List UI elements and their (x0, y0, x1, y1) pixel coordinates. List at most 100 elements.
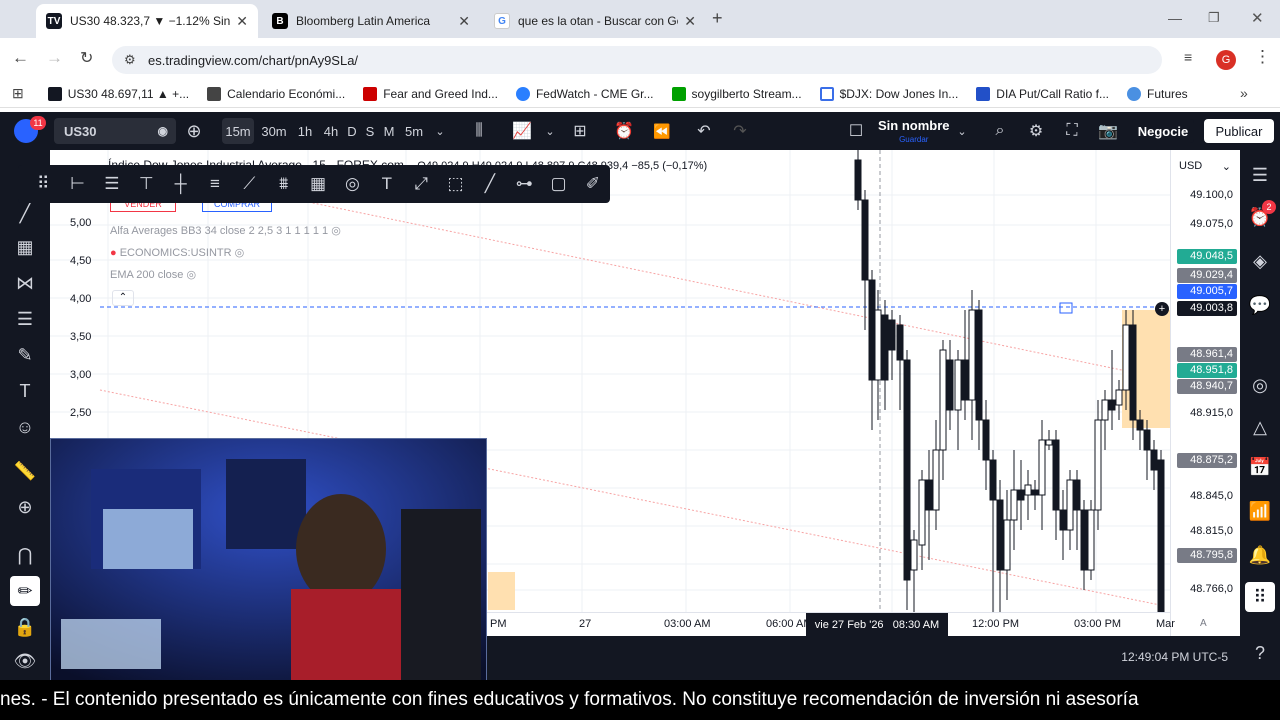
grid-icon[interactable]: ▦ (301, 174, 335, 194)
interval-1h[interactable]: 1h (294, 112, 316, 150)
calendar-icon[interactable]: 📅 (1245, 452, 1275, 482)
emoji-icon[interactable]: ☺ (10, 412, 40, 442)
interval-s[interactable]: S (362, 112, 378, 150)
candle-type-icon[interactable]: ⫼ (466, 112, 492, 150)
add-symbol-icon[interactable]: ⊕ (180, 112, 208, 150)
eye-icon[interactable]: 👁 (10, 646, 40, 676)
undo-icon[interactable]: ↶ (690, 112, 718, 150)
layout-name[interactable]: Sin nombre Guardar (878, 119, 950, 147)
redo-icon[interactable]: ↷ (726, 112, 754, 150)
brush-icon[interactable]: ✎ (10, 340, 40, 370)
layers-icon[interactable]: ◈ (1245, 246, 1275, 276)
shape-tool-icon[interactable]: ⬚ (438, 174, 472, 194)
fib-grid-icon[interactable]: ▦ (10, 232, 40, 262)
collapse-legend-icon[interactable]: ⌃ (112, 290, 134, 306)
eye-off-icon[interactable]: ◎ (186, 269, 196, 281)
close-icon[interactable]: ✕ (236, 13, 248, 30)
arrow-tool-icon[interactable]: ⤢ (404, 174, 438, 194)
path-icon[interactable]: ⟋ (232, 174, 266, 194)
tab-bloomberg[interactable]: B Bloomberg Latin America ✕ (262, 4, 480, 38)
publish-button[interactable]: Publicar (1204, 119, 1274, 143)
site-info-icon[interactable]: ⚙ (124, 52, 136, 68)
maximize-icon[interactable]: ❐ (1208, 10, 1220, 26)
indicator-legend[interactable]: ● ECONOMICS:USINTR ◎ (110, 246, 244, 259)
minimize-icon[interactable]: — (1168, 10, 1182, 26)
close-icon[interactable]: ✕ (684, 13, 696, 30)
back-icon[interactable]: ← (12, 48, 29, 68)
chevron-down-icon[interactable]: ⌄ (432, 112, 448, 150)
pattern-icon[interactable]: ⋈ (10, 268, 40, 298)
quick-search-icon[interactable]: ⌕ (986, 112, 1014, 150)
target-icon[interactable]: ◎ (1245, 370, 1275, 400)
ideas-icon[interactable]: △ (1245, 412, 1275, 442)
cross-line-icon[interactable]: ┼ (163, 174, 197, 194)
tab-tradingview[interactable]: TV US30 48.323,7 ▼ −1.12% Sin nombre ✕ (36, 4, 258, 38)
indicator-legend[interactable]: EMA 200 close ◎ (110, 268, 196, 281)
new-tab-icon[interactable]: + (712, 8, 723, 29)
bookmark-item[interactable]: FedWatch - CME Gr... (515, 86, 654, 101)
bookmark-item[interactable]: Calendario Económi... (207, 86, 345, 101)
horizontal-ray-icon[interactable]: ⊢ (60, 174, 94, 194)
bookmark-item[interactable]: $DJX: Dow Jones In... (819, 86, 958, 101)
profile-avatar[interactable]: G (1216, 50, 1236, 70)
chevron-right-icon[interactable]: » (1240, 85, 1248, 101)
add-alert-icon[interactable]: + (1155, 302, 1169, 316)
eye-off-icon[interactable]: ◎ (235, 247, 245, 259)
chat-icon[interactable]: 💬 (1245, 290, 1275, 320)
lock-icon[interactable]: 🔒 (10, 612, 40, 642)
interval-5m[interactable]: 5m (400, 112, 428, 150)
chevron-down-icon[interactable]: ⌄ (954, 112, 970, 150)
symbol-search[interactable]: US30 ◉ (54, 118, 176, 144)
media-icon[interactable]: ≡ (1184, 49, 1192, 65)
zoom-in-icon[interactable]: ⊕ (10, 492, 40, 522)
stay-drawing-icon[interactable]: ✏ (10, 576, 40, 606)
alert-icon[interactable]: ⏰ (610, 112, 638, 150)
replay-icon[interactable]: ⏪ (648, 112, 676, 150)
menu-icon[interactable]: ⋮ (1254, 47, 1271, 67)
drag-handle-icon[interactable]: ⠿ (26, 174, 60, 194)
fib-retracement-icon[interactable]: ≡ (198, 174, 232, 194)
measure-icon[interactable]: ⊶ (507, 174, 541, 194)
interval-4h[interactable]: 4h (320, 112, 342, 150)
layout-icon[interactable]: ⊞ (566, 112, 594, 150)
rectangle-icon[interactable]: ▢ (541, 174, 575, 194)
signal-icon[interactable]: 📶 (1245, 496, 1275, 526)
notifications-icon[interactable]: 🔔 (1245, 540, 1275, 570)
interval-m[interactable]: M (380, 112, 398, 150)
bookmark-item[interactable]: US30 48.697,11 ▲ +... (47, 86, 189, 101)
help-icon[interactable]: ? (1245, 638, 1275, 668)
watchlist-icon[interactable]: ☰ (1245, 160, 1275, 190)
tab-google[interactable]: G que es la otan - Buscar con Google ✕ (484, 4, 706, 38)
reload-icon[interactable]: ↻ (80, 48, 93, 68)
url-input[interactable]: ⚙ es.tradingview.com/chart/pnAy9SLa/ (112, 46, 1162, 74)
camera-icon[interactable]: 📷 (1094, 112, 1122, 150)
bookmark-item[interactable]: Futures (1127, 86, 1188, 101)
bookmark-item[interactable]: DIA Put/Call Ratio f... (976, 86, 1109, 101)
magnet-icon[interactable]: ⋂ (10, 540, 40, 570)
apps-grid-icon[interactable]: ⠿ (1245, 582, 1275, 612)
parallel-channel-icon[interactable]: ☰ (95, 174, 129, 194)
chevron-down-icon[interactable]: ⌄ (542, 112, 558, 150)
clock-label[interactable]: 12:49:04 PM UTC-5 (1121, 650, 1228, 664)
settings-icon[interactable]: ⚙ (1022, 112, 1050, 150)
forward-icon[interactable]: → (46, 48, 63, 68)
currency-selector[interactable]: USD ⌄ (1179, 160, 1231, 173)
ruler-icon[interactable]: 📏 (10, 456, 40, 486)
text-icon[interactable]: T (10, 376, 40, 406)
circle-icon[interactable]: ◎ (335, 174, 369, 194)
close-window-icon[interactable]: ✕ (1251, 9, 1264, 27)
interval-30m[interactable]: 30m (258, 112, 290, 150)
text-tool-icon[interactable]: T (370, 174, 404, 194)
indicator-legend[interactable]: Alfa Averages BB3 34 close 2 2,5 3 1 1 1… (110, 224, 341, 237)
select-box-icon[interactable]: ☐ (844, 112, 868, 150)
apps-icon[interactable]: ⊞ (12, 85, 24, 102)
bookmark-item[interactable]: soygilberto Stream... (671, 86, 802, 101)
vertical-line-icon[interactable]: ⊤ (129, 174, 163, 194)
trade-button[interactable]: Negocie (1132, 119, 1194, 143)
line-tool-icon[interactable]: ╱ (473, 174, 507, 194)
regression-icon[interactable]: ⩩ (267, 174, 301, 194)
interval-d[interactable]: D (344, 112, 360, 150)
indicators-icon[interactable]: 📈 (508, 112, 536, 150)
eye-off-icon[interactable]: ◎ (331, 225, 341, 237)
auto-scale-icon[interactable]: A (1200, 618, 1207, 629)
